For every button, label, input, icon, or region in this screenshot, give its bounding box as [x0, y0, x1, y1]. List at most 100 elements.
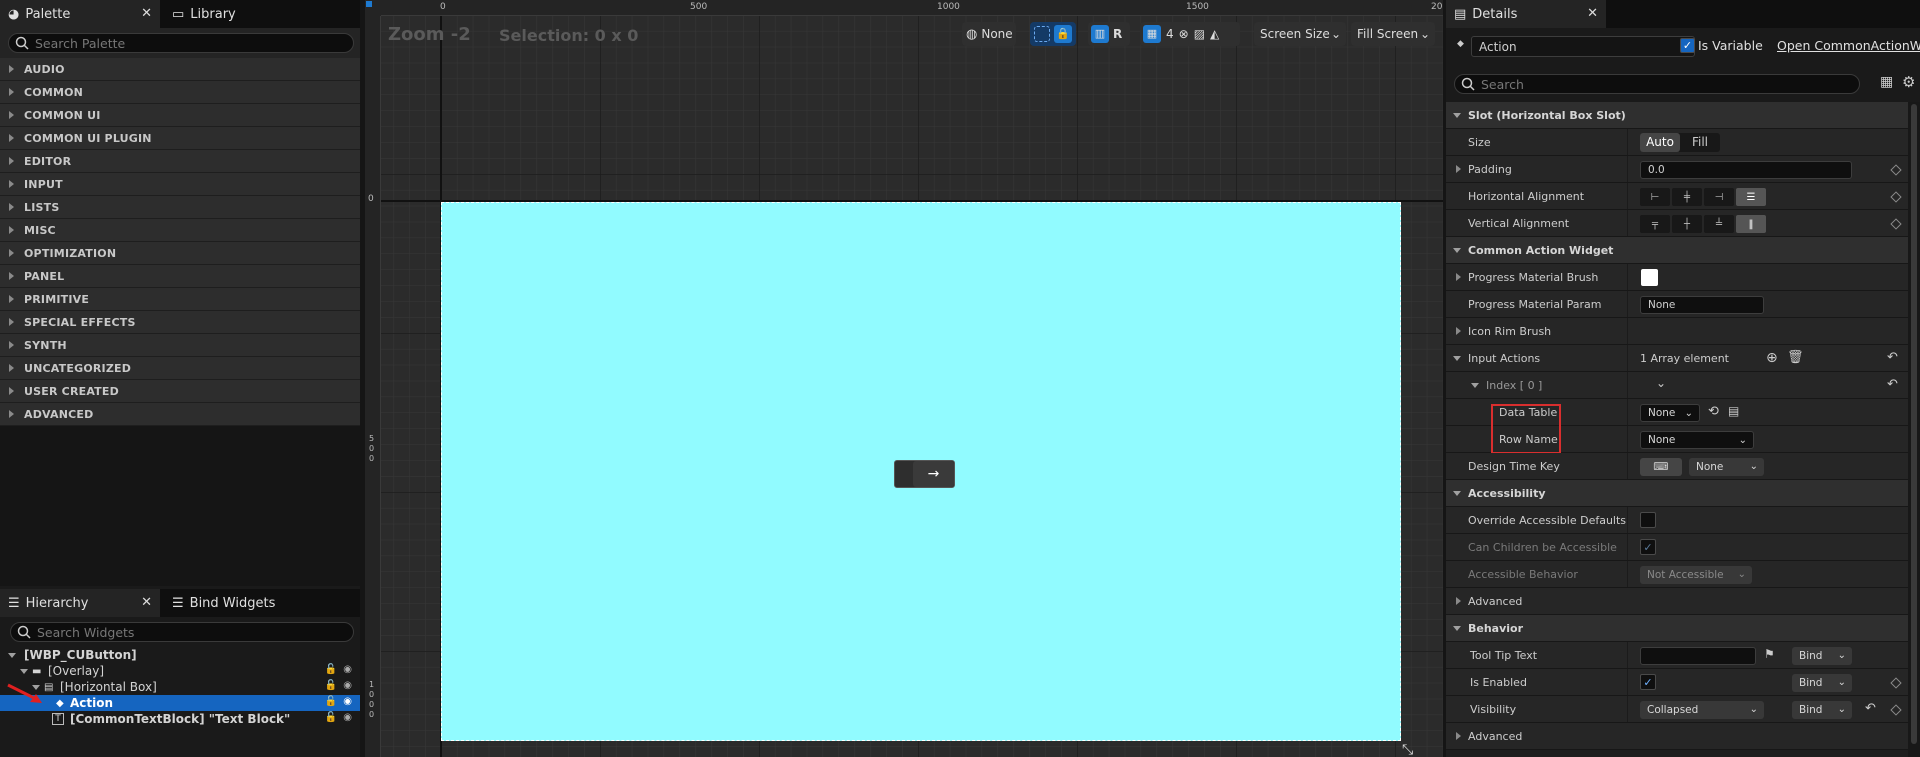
row-advanced[interactable]: Advanced [1446, 588, 1908, 615]
grid-snap-group[interactable]: ▦ 4 ⊗ ▨ ◭ [1140, 22, 1240, 46]
size-fill-button[interactable]: Fill [1680, 133, 1720, 152]
palette-category[interactable]: COMMON [0, 81, 360, 104]
design-key-dropdown[interactable]: None ⌄ [1689, 458, 1764, 476]
expand-icon[interactable] [9, 203, 14, 211]
lock-eye-icons[interactable]: 🔓 ◉ [325, 664, 352, 675]
resize-icon[interactable]: ⤡ [1402, 742, 1413, 757]
expand-icon[interactable] [9, 272, 14, 280]
visibility-dropdown[interactable]: Collapsed ⌄ [1640, 701, 1764, 719]
tab-hierarchy[interactable]: ☰ Hierarchy ✕ [0, 589, 160, 617]
override-accessible-checkbox[interactable] [1640, 512, 1656, 528]
collapse-icon[interactable] [1453, 248, 1461, 253]
palette-category[interactable]: ADVANCED [0, 403, 360, 426]
align-middle-icon[interactable]: ┼ [1672, 215, 1702, 233]
reset-diamond-icon[interactable] [1890, 677, 1902, 689]
reset-arrow-icon[interactable]: ↶ [1865, 701, 1876, 716]
gear-icon[interactable]: ⚙ [1902, 73, 1915, 91]
expand-icon[interactable] [1456, 327, 1461, 335]
expand-icon[interactable] [9, 180, 14, 188]
bind-dropdown[interactable]: Bind ⌄ [1792, 647, 1852, 665]
layout-toggle[interactable]: ▥ R [1088, 22, 1130, 46]
expand-icon[interactable] [1456, 165, 1461, 173]
tab-library[interactable]: ▭ Library [164, 0, 284, 28]
trash-icon[interactable]: 🗑 [1787, 350, 1804, 365]
expand-icon[interactable] [20, 669, 28, 674]
locale-button[interactable]: ◍ None [962, 22, 1016, 46]
collapse-icon[interactable] [1453, 356, 1461, 361]
section-behavior[interactable]: Behavior [1446, 615, 1908, 642]
align-fill-icon[interactable]: ☰ [1736, 188, 1766, 206]
palette-category[interactable]: COMMON UI [0, 104, 360, 127]
collapse-icon[interactable] [1453, 626, 1461, 631]
palette-category[interactable]: MISC [0, 219, 360, 242]
palette-category[interactable]: PRIMITIVE [0, 288, 360, 311]
close-icon[interactable]: ✕ [141, 6, 152, 21]
collapse-icon[interactable] [1471, 383, 1479, 388]
eye-icon[interactable]: ◉ [343, 664, 352, 675]
size-auto-button[interactable]: Auto [1640, 133, 1680, 152]
expand-icon[interactable] [9, 318, 14, 326]
tab-details[interactable]: ▤ Details ✕ [1446, 0, 1606, 28]
reset-diamond-icon[interactable] [1890, 218, 1902, 230]
expand-icon[interactable] [9, 157, 14, 165]
palette-category[interactable]: LISTS [0, 196, 360, 219]
respect-locks-toggle[interactable]: 🔒 [1030, 22, 1076, 46]
expand-icon[interactable] [9, 65, 14, 73]
is-variable-checkbox[interactable]: ✓ [1680, 38, 1695, 53]
chevron-down-icon[interactable]: ⌄ [1656, 376, 1666, 390]
lock-eye-icons[interactable]: 🔓 ◉ [325, 696, 352, 707]
lock-icon[interactable]: 🔓 [325, 680, 337, 691]
resolution-icon[interactable]: ⊗ [1179, 27, 1189, 41]
expand-icon[interactable] [8, 653, 16, 658]
eye-icon[interactable]: ◉ [343, 680, 352, 691]
eye-icon[interactable]: ◉ [343, 712, 352, 723]
bind-dropdown[interactable]: Bind ⌄ [1792, 701, 1852, 719]
palette-category[interactable]: EDITOR [0, 150, 360, 173]
image-icon[interactable]: ▨ [1194, 27, 1205, 41]
palette-category[interactable]: SYNTH [0, 334, 360, 357]
bind-dropdown[interactable]: Bind ⌄ [1792, 674, 1852, 692]
expand-icon[interactable] [9, 249, 14, 257]
palette-search-input[interactable]: Search Palette [8, 33, 354, 53]
open-class-link[interactable]: Open CommonActionWidget [1777, 38, 1920, 53]
expand-icon[interactable] [1456, 732, 1461, 740]
align-center-icon[interactable]: ╪ [1672, 188, 1702, 206]
lock-icon[interactable]: 🔓 [325, 712, 337, 723]
scrollbar-thumb[interactable] [1911, 104, 1917, 744]
fill-screen-dropdown[interactable]: Fill Screen ⌄ [1351, 22, 1435, 46]
progress-param-input[interactable]: None [1640, 296, 1764, 314]
is-enabled-checkbox[interactable]: ✓ [1640, 674, 1656, 690]
tab-bind-widgets[interactable]: ☰ Bind Widgets [164, 589, 294, 617]
brush-color-swatch[interactable] [1641, 269, 1658, 286]
palette-category[interactable]: USER CREATED [0, 380, 360, 403]
tree-item-horizontal-box[interactable]: ▤ [Horizontal Box] 🔓 ◉ [0, 679, 360, 695]
expand-icon[interactable] [9, 88, 14, 96]
r-label[interactable]: R [1113, 27, 1122, 41]
tree-item-root[interactable]: [WBP_CUButton] [0, 647, 360, 663]
align-top-icon[interactable]: ╤ [1640, 215, 1670, 233]
action-widget-preview[interactable]: → [894, 460, 955, 488]
expand-icon[interactable] [9, 226, 14, 234]
collapse-icon[interactable] [1453, 491, 1461, 496]
close-icon[interactable]: ✕ [1587, 6, 1598, 21]
widget-name-input[interactable]: Action [1471, 36, 1695, 57]
expand-icon[interactable] [1456, 597, 1461, 605]
details-scrollbar[interactable] [1908, 102, 1920, 757]
lock-icon[interactable]: 🔓 [325, 696, 337, 707]
align-bottom-icon[interactable]: ╧ [1704, 215, 1734, 233]
flag-icon[interactable]: ⚑ [1764, 647, 1775, 661]
lock-icon[interactable]: 🔓 [325, 664, 337, 675]
palette-category[interactable]: COMMON UI PLUGIN [0, 127, 360, 150]
align-vfill-icon[interactable]: ‖ [1736, 215, 1766, 233]
table-view-icon[interactable]: ▦ [1880, 74, 1893, 90]
flip-icon[interactable]: ◭ [1210, 27, 1219, 41]
palette-category[interactable]: OPTIMIZATION [0, 242, 360, 265]
tab-palette[interactable]: ◕ Palette ✕ [0, 0, 160, 28]
section-accessibility[interactable]: Accessibility [1446, 480, 1908, 507]
grid-value[interactable]: 4 [1166, 27, 1174, 41]
browse-icon[interactable]: ▤ [1728, 404, 1739, 418]
row-advanced-2[interactable]: Advanced [1446, 723, 1908, 750]
reset-arrow-icon[interactable]: ↶ [1887, 377, 1898, 392]
lock-eye-icons[interactable]: 🔓 ◉ [325, 680, 352, 691]
align-left-icon[interactable]: ⊢ [1640, 188, 1670, 206]
